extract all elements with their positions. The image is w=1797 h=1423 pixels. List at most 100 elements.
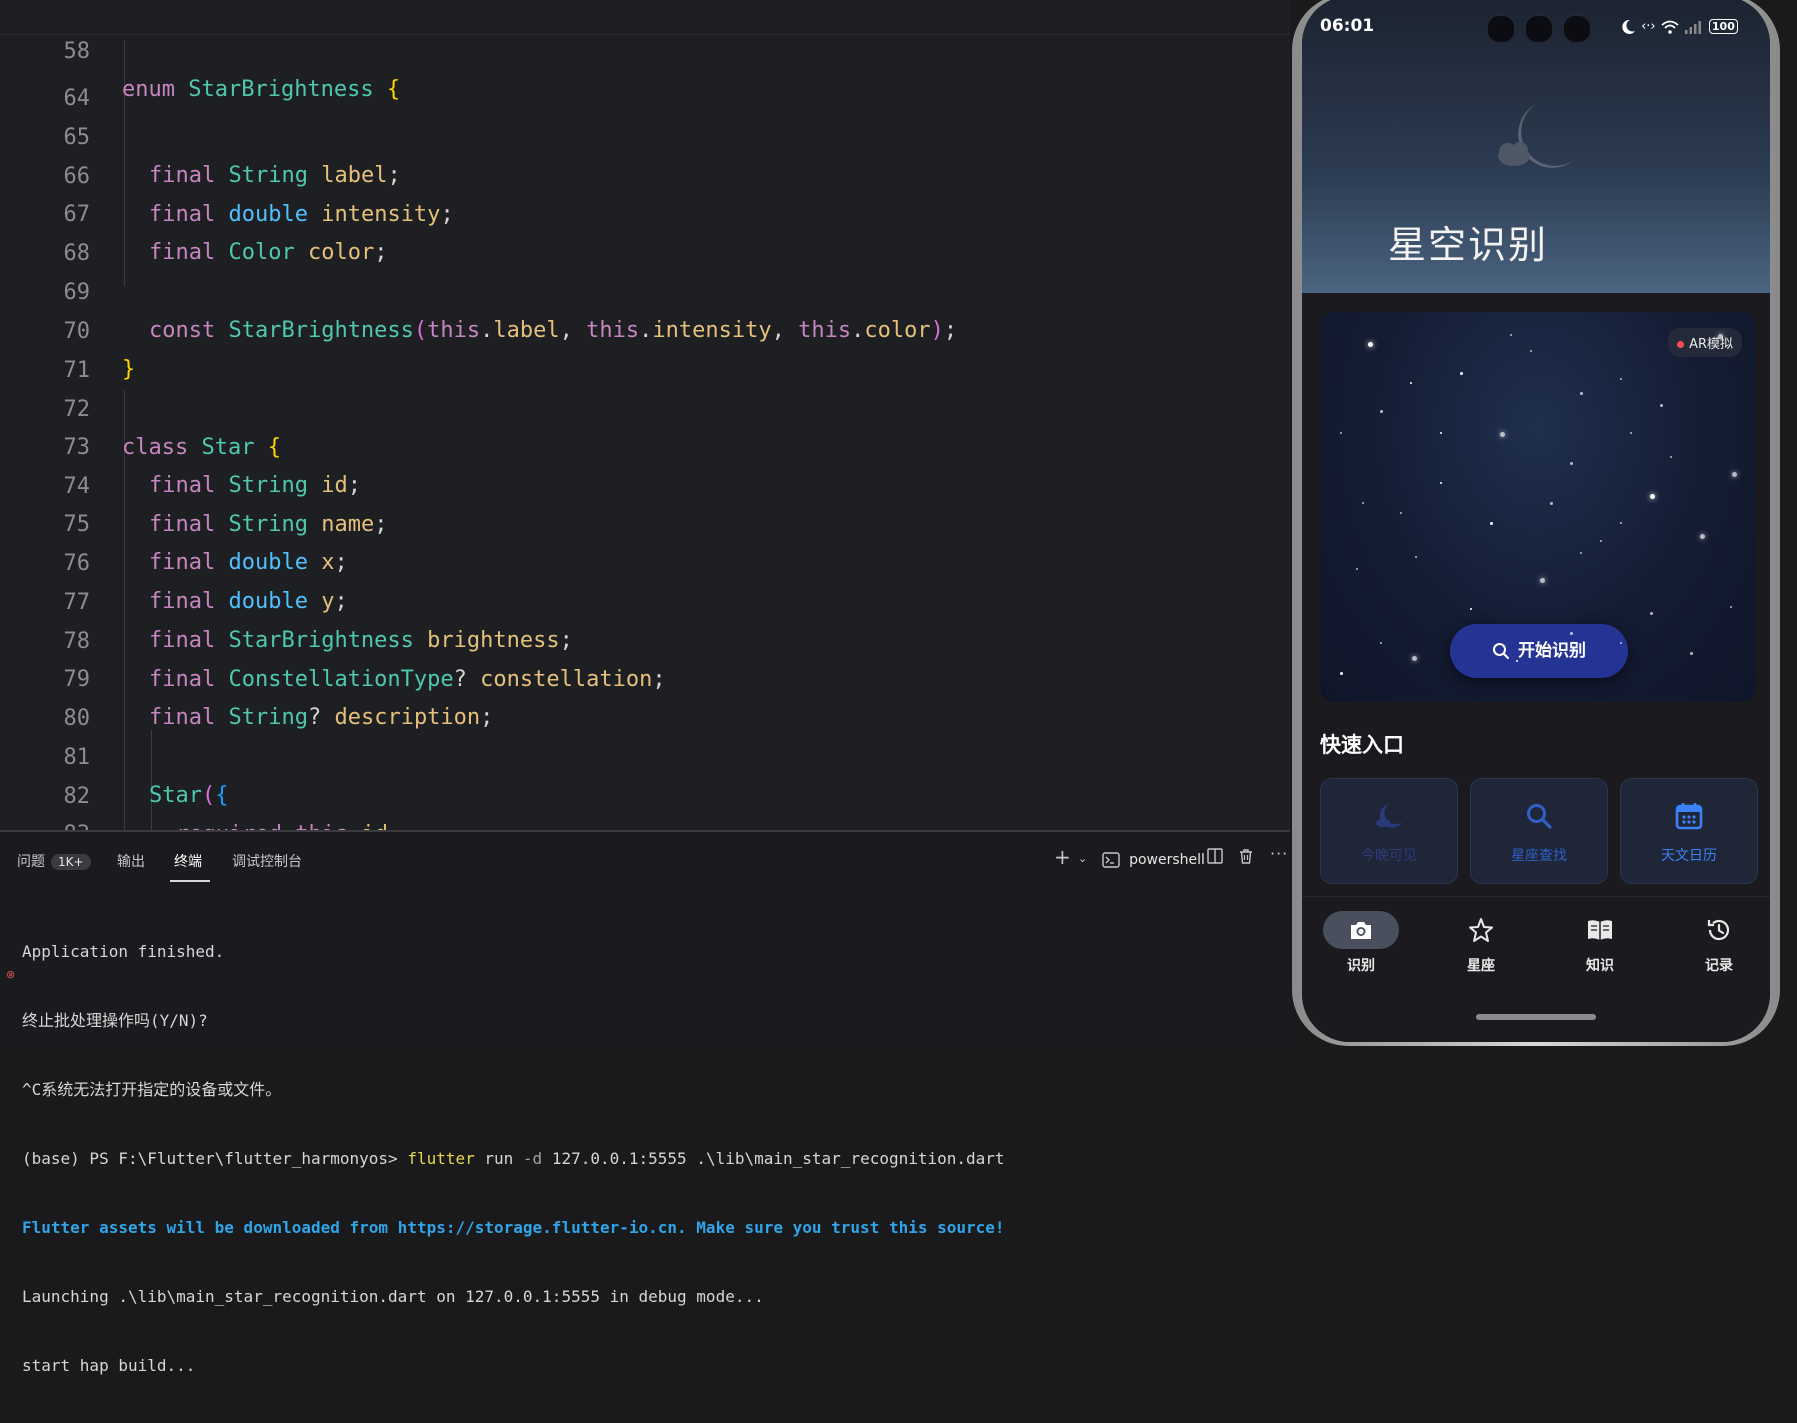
more-actions-icon[interactable]: ··· <box>1270 844 1288 863</box>
star-dot <box>1362 502 1364 504</box>
nav-label: 识别 <box>1347 958 1375 974</box>
field-name: id <box>361 822 388 830</box>
tab-debug-console[interactable]: 调试控制台 <box>232 851 302 871</box>
start-recognition-button[interactable]: 开始识别 <box>1450 624 1628 678</box>
star-sky-view[interactable]: AR模拟 开始识别 <box>1320 312 1756 702</box>
star-dot <box>1380 410 1383 413</box>
nav-item-recognize[interactable]: 识别 <box>1316 911 1406 975</box>
star-dot <box>1580 552 1582 554</box>
code-line[interactable]: 76 final double y; <box>0 507 1290 614</box>
star-dot <box>1340 672 1343 675</box>
code-status-icon: ‹·› <box>1641 19 1656 34</box>
nav-item-knowledge[interactable]: 知识 <box>1555 911 1645 975</box>
code-line[interactable]: 75 final double x; <box>0 468 1290 575</box>
code-line[interactable]: 71 <box>0 314 1290 383</box>
tab-problems[interactable]: 问题 1K+ <box>17 851 91 871</box>
nav-item-history[interactable]: 记录 <box>1674 911 1764 975</box>
code-line[interactable]: 69 const StarBrightness(this.label, this… <box>0 236 1290 343</box>
bottom-nav-bar: 识别 星座 知识 记录 <box>1302 896 1770 1042</box>
keyword: this <box>295 822 348 830</box>
quick-card-label: 今晚可见 <box>1361 848 1417 864</box>
code-editor[interactable]: 58 enum StarBrightness { 64 65 final Str… <box>0 0 1290 830</box>
terminal-icon <box>1102 851 1120 868</box>
star-dot <box>1670 456 1672 458</box>
home-indicator[interactable] <box>1476 1014 1596 1020</box>
shell-name: powershell <box>1129 852 1205 868</box>
star-dot <box>1530 350 1532 352</box>
tab-label: 输出 <box>117 854 145 870</box>
trash-icon[interactable] <box>1238 848 1254 869</box>
start-button-label: 开始识别 <box>1518 641 1586 661</box>
tab-terminal[interactable]: 终端 <box>174 851 202 871</box>
code-line[interactable]: 83 required this.name, <box>0 778 1290 830</box>
star-dot <box>1620 642 1622 644</box>
star-dot <box>1570 462 1573 465</box>
star-dot <box>1500 432 1505 437</box>
tab-label: 终端 <box>174 854 202 870</box>
camera-lens-icon <box>1486 14 1516 44</box>
keyword: enum <box>122 77 175 102</box>
terminal-profile[interactable]: powershell <box>1102 849 1205 868</box>
code-line[interactable]: 73 final String id; <box>0 391 1290 498</box>
code-line[interactable]: 72 class Star { <box>0 353 1290 460</box>
star-dot <box>1550 502 1553 505</box>
ar-mode-badge: AR模拟 <box>1668 328 1742 357</box>
star-dot <box>1718 334 1723 339</box>
moon-icon <box>1376 804 1402 828</box>
code-line[interactable]: 82 required this.id, <box>0 740 1290 830</box>
problems-count-badge: 1K+ <box>51 854 91 870</box>
quick-card-tonight-visible[interactable]: 今晚可见 <box>1320 778 1458 884</box>
search-icon <box>1527 804 1552 829</box>
star-dot <box>1440 432 1442 434</box>
star-dot <box>1460 372 1463 375</box>
code-line[interactable]: 68 <box>0 197 1290 266</box>
moon-status-icon <box>1622 19 1635 34</box>
tab-label: 问题 <box>17 854 45 870</box>
terminal-line: Flutter assets will be downloaded from h… <box>22 1218 1005 1237</box>
wifi-icon <box>1661 20 1679 34</box>
bottom-panel: 问题 1K+ 输出 终端 调试控制台 + ⌄ powershell ··· App… <box>0 830 1290 1375</box>
star-dot <box>1630 432 1632 434</box>
star-dot <box>1580 392 1583 395</box>
nav-label: 星座 <box>1467 958 1495 974</box>
terminal-line: 终止批处理操作吗(Y/N)? <box>22 1011 208 1030</box>
star-dot <box>1440 482 1442 484</box>
sticky-scroll-header[interactable]: 58 enum StarBrightness { <box>0 0 1290 102</box>
quick-card-constellation-search[interactable]: 星座查找 <box>1470 778 1608 884</box>
calendar-icon <box>1675 803 1703 830</box>
tab-label: 调试控制台 <box>232 854 302 870</box>
quick-card-astronomy-calendar[interactable]: 天文日历 <box>1620 778 1758 884</box>
star-dot <box>1732 472 1737 477</box>
star-dot <box>1650 494 1655 499</box>
code-line[interactable]: 78 final ConstellationType? constellatio… <box>0 585 1290 692</box>
code-line[interactable]: 70 } <box>0 275 1290 382</box>
battery-icon: 100 <box>1708 19 1738 34</box>
code-line[interactable]: 74 final String name; <box>0 430 1290 537</box>
section-title: 快速入口 <box>1320 733 1404 757</box>
code-line[interactable]: 67 final Color color; <box>0 158 1290 265</box>
code-line[interactable]: 81 Star({ <box>0 701 1290 808</box>
code-line[interactable]: 80 <box>0 662 1290 731</box>
star-dot <box>1400 512 1402 514</box>
error-marker-icon: ⊗ <box>6 968 16 981</box>
code-line[interactable]: 79 final String? description; <box>0 623 1290 730</box>
code-line[interactable]: 77 final StarBrightness brightness; <box>0 546 1290 653</box>
split-terminal-icon[interactable] <box>1207 848 1223 868</box>
new-terminal-button[interactable]: + <box>1054 845 1071 869</box>
star-dot <box>1380 642 1382 644</box>
star-dot <box>1540 578 1545 583</box>
star-dot <box>1730 606 1732 608</box>
tab-output[interactable]: 输出 <box>117 851 145 871</box>
terminal-output[interactable]: Application finished. 终止批处理操作吗(Y/N)? ^C系… <box>22 894 1005 1423</box>
star-dot <box>1620 378 1622 380</box>
star-dot <box>1368 342 1373 347</box>
star-dot <box>1700 534 1705 539</box>
chevron-down-icon[interactable]: ⌄ <box>1078 852 1087 865</box>
history-icon <box>1707 919 1730 941</box>
live-dot-icon <box>1677 341 1685 348</box>
terminal-line: Application finished. <box>22 942 225 961</box>
code-line[interactable]: 66 final double intensity; <box>0 120 1290 227</box>
star-dot <box>1470 608 1472 610</box>
status-icons: ‹·› 100 <box>1620 16 1738 36</box>
nav-item-constellation[interactable]: 星座 <box>1436 911 1526 975</box>
